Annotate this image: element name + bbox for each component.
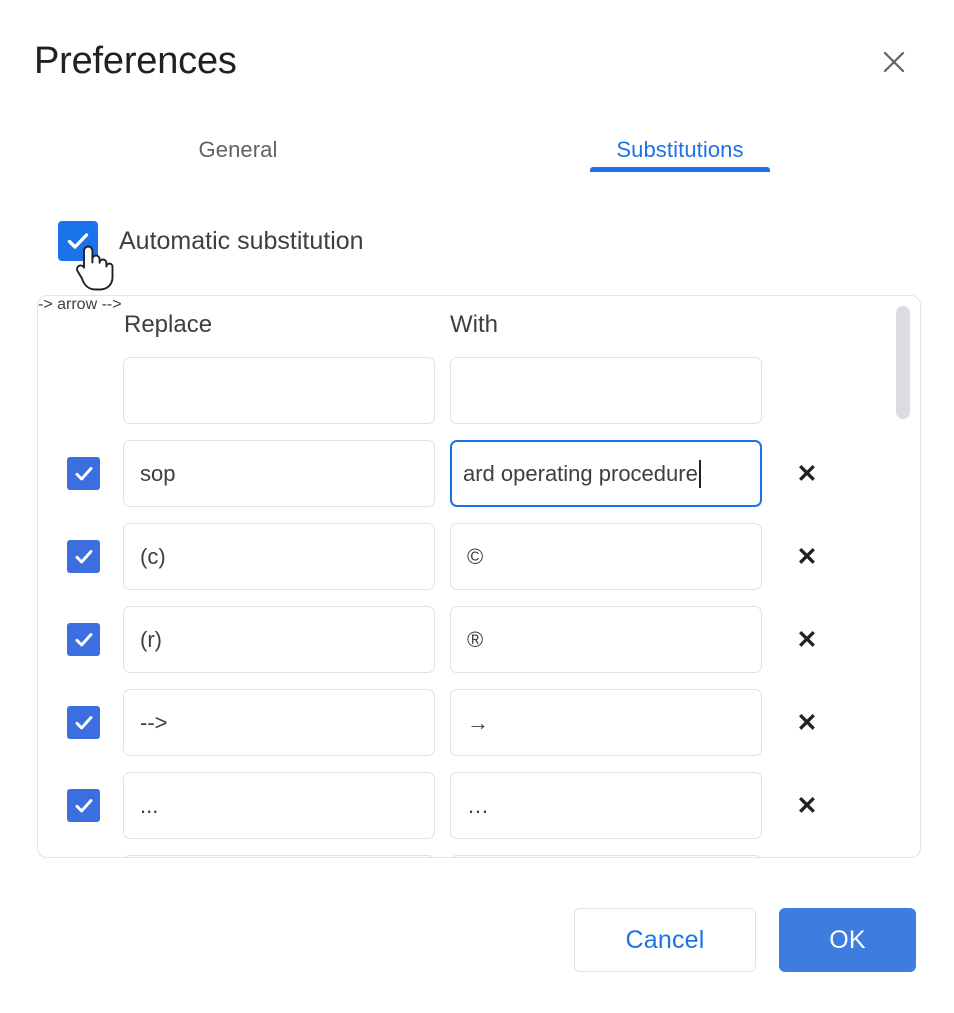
tab-active-indicator xyxy=(590,167,770,172)
row-checkbox-5[interactable] xyxy=(67,789,100,822)
column-header-replace: Replace xyxy=(124,311,213,338)
with-input-new[interactable] xyxy=(450,357,762,424)
table-row xyxy=(38,349,920,432)
automatic-substitution-checkbox[interactable] xyxy=(58,221,98,261)
table-row: ... … ✕ xyxy=(38,764,920,847)
check-icon xyxy=(73,546,95,568)
dialog-header: Preferences xyxy=(0,0,954,112)
table-row: sop ard operating procedure ✕ xyxy=(38,432,920,515)
tab-general[interactable]: General xyxy=(120,124,356,176)
with-input-1[interactable]: ard operating procedure xyxy=(450,440,762,507)
close-button[interactable] xyxy=(874,42,914,82)
scrollbar-track[interactable] xyxy=(896,296,910,857)
with-input-3[interactable]: ® xyxy=(450,606,762,673)
replace-input-3[interactable]: (r) xyxy=(123,606,435,673)
check-icon xyxy=(73,795,95,817)
row-checkbox-2[interactable] xyxy=(67,540,100,573)
column-header-with: With xyxy=(450,311,498,338)
automatic-substitution-label: Automatic substitution xyxy=(119,227,364,255)
check-icon xyxy=(73,629,95,651)
dialog-footer: Cancel OK xyxy=(0,900,954,990)
table-row: (c) © ✕ xyxy=(38,515,920,598)
page-title: Preferences xyxy=(34,40,237,82)
table-row xyxy=(38,847,920,857)
automatic-substitution-row: Automatic substitution xyxy=(58,218,364,264)
delete-row-button-1[interactable]: ✕ xyxy=(788,455,826,493)
tab-bar: General Substitutions xyxy=(0,124,954,180)
check-icon xyxy=(73,712,95,734)
with-input-2[interactable]: © xyxy=(450,523,762,590)
with-input-6[interactable] xyxy=(450,855,762,857)
replace-input-6[interactable] xyxy=(123,855,435,857)
close-icon xyxy=(881,49,907,75)
delete-row-button-2[interactable]: ✕ xyxy=(788,538,826,576)
replace-input-4[interactable]: --> xyxy=(123,689,435,756)
ok-button[interactable]: OK xyxy=(779,908,916,972)
with-input-1-value: ard operating procedure xyxy=(463,460,698,486)
table-row: --> → ✕ xyxy=(38,681,920,764)
table-row: (r) ® ✕ xyxy=(38,598,920,681)
replace-input-5[interactable]: ... xyxy=(123,772,435,839)
substitutions-scroll-area[interactable]: Replace With sop ard operating procedure… xyxy=(38,296,920,857)
with-input-5[interactable]: … xyxy=(450,772,762,839)
check-icon xyxy=(65,228,91,254)
row-checkbox-4[interactable] xyxy=(67,706,100,739)
delete-row-button-4[interactable]: ✕ xyxy=(788,704,826,742)
cancel-button[interactable]: Cancel xyxy=(574,908,756,972)
substitutions-panel: Replace With sop ard operating procedure… xyxy=(37,295,921,858)
replace-input-new[interactable] xyxy=(123,357,435,424)
replace-input-2[interactable]: (c) xyxy=(123,523,435,590)
row-checkbox-1[interactable] xyxy=(67,457,100,490)
table-column-headers: Replace With xyxy=(38,309,920,349)
check-icon xyxy=(73,463,95,485)
replace-input-1[interactable]: sop xyxy=(123,440,435,507)
text-caret xyxy=(698,459,701,488)
with-input-4[interactable]: → xyxy=(450,689,762,756)
delete-row-button-5[interactable]: ✕ xyxy=(788,787,826,825)
scrollbar-thumb[interactable] xyxy=(896,306,910,419)
delete-row-button-3[interactable]: ✕ xyxy=(788,621,826,659)
row-checkbox-3[interactable] xyxy=(67,623,100,656)
